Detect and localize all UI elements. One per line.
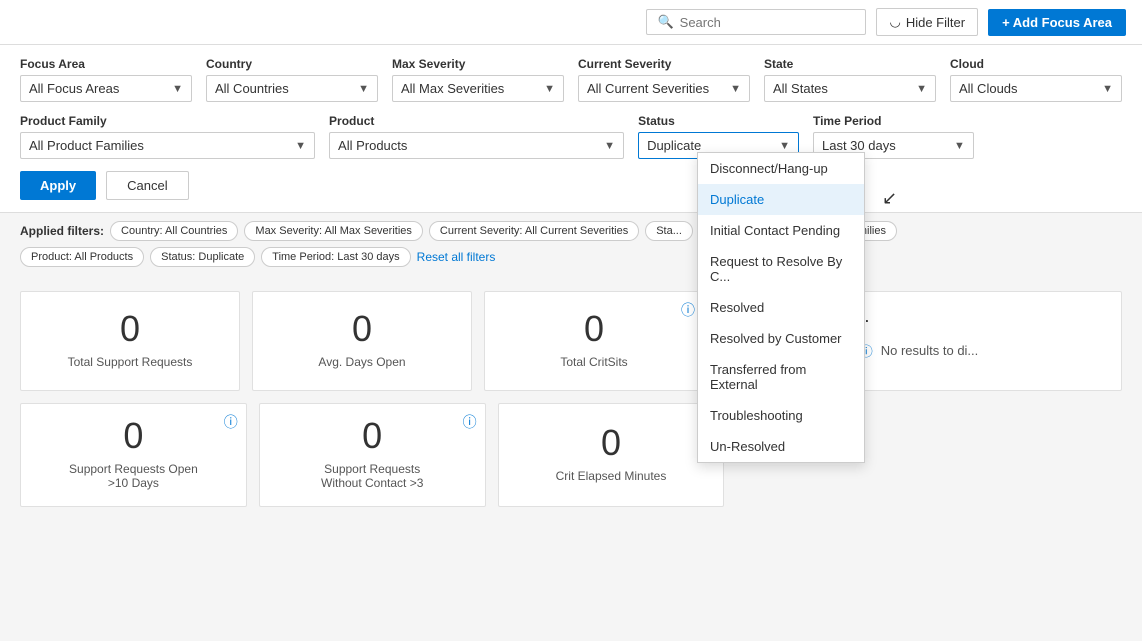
dropdown-item-troubleshooting[interactable]: Troubleshooting <box>698 400 864 431</box>
state-group: State All States ▼ <box>764 57 936 102</box>
applied-filters-label: Applied filters: <box>20 224 104 238</box>
avg-days-open-label: Avg. Days Open <box>318 355 405 369</box>
dropdown-item-unresolved[interactable]: Un-Resolved <box>698 431 864 462</box>
dropdown-item-request-resolve[interactable]: Request to Resolve By C... <box>698 246 864 292</box>
avg-days-open-value: 0 <box>352 309 372 349</box>
support-requests-no-contact-card: ⓘ 0 Support RequestsWithout Contact >3 <box>259 403 486 507</box>
product-family-group: Product Family All Product Families ▼ <box>20 114 315 159</box>
state-select[interactable]: All States ▼ <box>764 75 936 102</box>
crit-elapsed-minutes-card: ⓘ 0 Crit Elapsed Minutes <box>498 403 725 507</box>
search-icon: 🔍 <box>657 14 673 30</box>
status-label: Status <box>638 114 799 128</box>
filter-tag: Product: All Products <box>20 247 144 267</box>
no-results-message: ⓘ No results to di... <box>860 333 979 368</box>
total-critsits-card: ⓘ 0 Total CritSits <box>484 291 704 391</box>
max-severity-label: Max Severity <box>392 57 564 71</box>
focus-area-label: Focus Area <box>20 57 192 71</box>
product-family-arrow-icon: ▼ <box>295 140 306 152</box>
product-group: Product All Products ▼ <box>329 114 624 159</box>
filter-tag: Current Severity: All Current Severities <box>429 221 639 241</box>
dropdown-item-resolved[interactable]: Resolved <box>698 292 864 323</box>
cancel-button[interactable]: Cancel <box>106 171 188 200</box>
dropdown-item-transferred-external[interactable]: Transferred from External <box>698 354 864 400</box>
total-support-requests-label: Total Support Requests <box>68 355 193 369</box>
support-requests-no-contact-label: Support RequestsWithout Contact >3 <box>321 462 423 490</box>
filter-tag: Max Severity: All Max Severities <box>244 221 423 241</box>
status-dropdown: Disconnect/Hang-up Duplicate Initial Con… <box>697 152 865 463</box>
search-input[interactable] <box>680 15 856 30</box>
status-arrow-icon: ▼ <box>779 140 790 152</box>
state-arrow-icon: ▼ <box>916 83 927 95</box>
dropdown-item-disconnect[interactable]: Disconnect/Hang-up <box>698 153 864 184</box>
filter-row-1: Focus Area All Focus Areas ▼ Country All… <box>20 57 1122 102</box>
max-severity-select[interactable]: All Max Severities ▼ <box>392 75 564 102</box>
total-critsits-label: Total CritSits <box>560 355 627 369</box>
country-group: Country All Countries ▼ <box>206 57 378 102</box>
cards-row-1: 0 Total Support Requests 0 Avg. Days Ope… <box>20 291 1122 391</box>
product-arrow-icon: ▼ <box>604 140 615 152</box>
focus-area-group: Focus Area All Focus Areas ▼ <box>20 57 192 102</box>
apply-button[interactable]: Apply <box>20 171 96 200</box>
add-focus-area-button[interactable]: + Add Focus Area <box>988 9 1126 36</box>
cards-row-2: ⓘ 0 Support Requests Open>10 Days ⓘ 0 Su… <box>20 403 1122 507</box>
focus-area-select[interactable]: All Focus Areas ▼ <box>20 75 192 102</box>
action-row: Apply Cancel <box>20 171 1122 200</box>
current-severity-arrow-icon: ▼ <box>730 83 741 95</box>
focus-area-arrow-icon: ▼ <box>172 83 183 95</box>
support-requests-open-10days-value: 0 <box>123 416 143 456</box>
main-content: 0 Total Support Requests 0 Avg. Days Ope… <box>0 275 1142 523</box>
max-severity-group: Max Severity All Max Severities ▼ <box>392 57 564 102</box>
filter-tag: Status: Duplicate <box>150 247 255 267</box>
info-icon[interactable]: ⓘ <box>681 300 695 320</box>
dropdown-item-initial-contact[interactable]: Initial Contact Pending <box>698 215 864 246</box>
total-support-requests-value: 0 <box>120 309 140 349</box>
hide-filter-button[interactable]: ◡ Hide Filter <box>876 8 978 36</box>
filter-tag: Time Period: Last 30 days <box>261 247 410 267</box>
current-severity-label: Current Severity <box>578 57 750 71</box>
filter-panel: Focus Area All Focus Areas ▼ Country All… <box>0 45 1142 213</box>
crit-elapsed-minutes-label: Crit Elapsed Minutes <box>556 469 667 483</box>
applied-filters-bar: Applied filters: Country: All Countries … <box>0 213 1142 275</box>
country-label: Country <box>206 57 378 71</box>
info-icon[interactable]: ⓘ <box>463 412 477 432</box>
country-select[interactable]: All Countries ▼ <box>206 75 378 102</box>
state-label: State <box>764 57 936 71</box>
current-severity-group: Current Severity All Current Severities … <box>578 57 750 102</box>
cloud-group: Cloud All Clouds ▼ <box>950 57 1122 102</box>
max-severity-arrow-icon: ▼ <box>544 83 555 95</box>
filter-tag: Sta... <box>645 221 693 241</box>
filter-row-2: Product Family All Product Families ▼ Pr… <box>20 114 1122 159</box>
product-select[interactable]: All Products ▼ <box>329 132 624 159</box>
support-requests-no-contact-value: 0 <box>362 416 382 456</box>
crit-elapsed-minutes-value: 0 <box>601 423 621 463</box>
total-critsits-value: 0 <box>584 309 604 349</box>
current-severity-select[interactable]: All Current Severities ▼ <box>578 75 750 102</box>
filter-tag: Country: All Countries <box>110 221 238 241</box>
dropdown-item-duplicate[interactable]: Duplicate <box>698 184 864 215</box>
cloud-label: Cloud <box>950 57 1122 71</box>
info-icon[interactable]: ⓘ <box>224 412 238 432</box>
avg-days-open-card: 0 Avg. Days Open <box>252 291 472 391</box>
product-label: Product <box>329 114 624 128</box>
total-support-requests-card: 0 Total Support Requests <box>20 291 240 391</box>
support-requests-open-10days-label: Support Requests Open>10 Days <box>69 462 198 490</box>
cloud-select[interactable]: All Clouds ▼ <box>950 75 1122 102</box>
filter-icon: ◡ <box>889 14 900 30</box>
reset-all-filters-link[interactable]: Reset all filters <box>417 250 496 264</box>
search-box[interactable]: 🔍 <box>646 9 866 35</box>
support-requests-open-10days-card: ⓘ 0 Support Requests Open>10 Days <box>20 403 247 507</box>
cloud-arrow-icon: ▼ <box>1102 83 1113 95</box>
time-period-label: Time Period <box>813 114 974 128</box>
product-family-label: Product Family <box>20 114 315 128</box>
top-bar: 🔍 ◡ Hide Filter + Add Focus Area <box>0 0 1142 45</box>
dropdown-item-resolved-by-customer[interactable]: Resolved by Customer <box>698 323 864 354</box>
time-period-arrow-icon: ▼ <box>954 140 965 152</box>
country-arrow-icon: ▼ <box>358 83 369 95</box>
product-family-select[interactable]: All Product Families ▼ <box>20 132 315 159</box>
